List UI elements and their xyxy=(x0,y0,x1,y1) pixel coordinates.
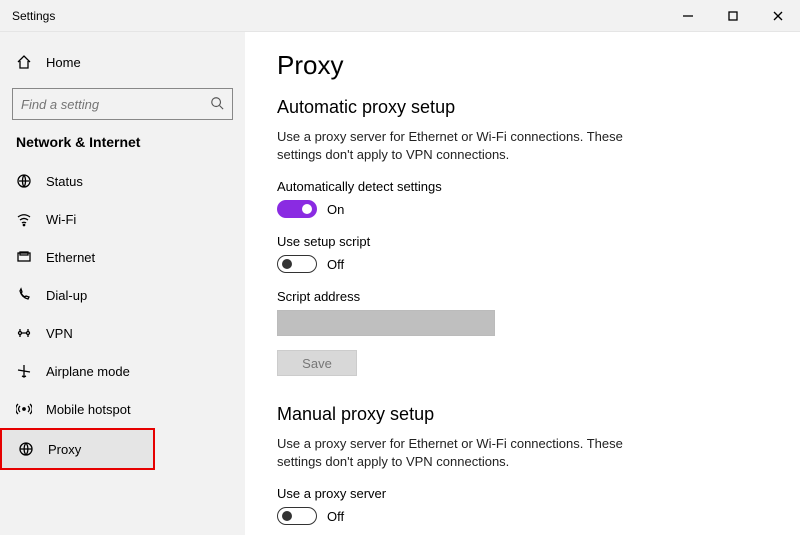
search-field[interactable] xyxy=(12,88,233,120)
detect-toggle[interactable] xyxy=(277,200,317,218)
sidebar-item-vpn[interactable]: VPN xyxy=(0,314,245,352)
sidebar-item-status[interactable]: Status xyxy=(0,162,245,200)
sidebar-item-label: Proxy xyxy=(48,442,81,457)
sidebar-item-wifi[interactable]: Wi-Fi xyxy=(0,200,245,238)
minimize-button[interactable] xyxy=(665,0,710,32)
wifi-icon xyxy=(16,211,32,227)
sidebar-item-label: VPN xyxy=(46,326,73,341)
use-proxy-toggle[interactable] xyxy=(277,507,317,525)
home-label: Home xyxy=(46,55,81,70)
sidebar-item-proxy[interactable]: Proxy xyxy=(2,430,153,468)
vpn-icon xyxy=(16,325,32,341)
sidebar-item-ethernet[interactable]: Ethernet xyxy=(0,238,245,276)
home-button[interactable]: Home xyxy=(0,46,245,78)
dialup-icon xyxy=(16,287,32,303)
script-address-input[interactable] xyxy=(277,310,495,336)
search-icon xyxy=(210,96,224,113)
save-button[interactable]: Save xyxy=(277,350,357,376)
nav-list: Status Wi-Fi Ethernet xyxy=(0,162,245,470)
window-title: Settings xyxy=(12,9,55,23)
content-area: Proxy Automatic proxy setup Use a proxy … xyxy=(245,32,800,535)
script-toggle[interactable] xyxy=(277,255,317,273)
sidebar-item-airplane[interactable]: Airplane mode xyxy=(0,352,245,390)
maximize-button[interactable] xyxy=(710,0,755,32)
script-address-label: Script address xyxy=(277,289,768,304)
ethernet-icon xyxy=(16,249,32,265)
auto-desc: Use a proxy server for Ethernet or Wi-Fi… xyxy=(277,128,647,163)
page-title: Proxy xyxy=(277,50,768,81)
window-controls xyxy=(665,0,800,32)
home-icon xyxy=(16,54,32,70)
sidebar-item-hotspot[interactable]: Mobile hotspot xyxy=(0,390,245,428)
status-icon xyxy=(16,173,32,189)
titlebar: Settings xyxy=(0,0,800,32)
sidebar-item-label: Wi-Fi xyxy=(46,212,76,227)
close-button[interactable] xyxy=(755,0,800,32)
section-title: Network & Internet xyxy=(0,134,245,162)
use-proxy-state: Off xyxy=(327,509,344,524)
script-label: Use setup script xyxy=(277,234,768,249)
sidebar-item-label: Dial-up xyxy=(46,288,87,303)
script-state: Off xyxy=(327,257,344,272)
detect-state: On xyxy=(327,202,344,217)
sidebar-item-dialup[interactable]: Dial-up xyxy=(0,276,245,314)
manual-desc: Use a proxy server for Ethernet or Wi-Fi… xyxy=(277,435,647,470)
use-proxy-label: Use a proxy server xyxy=(277,486,768,501)
search-input[interactable] xyxy=(21,97,210,112)
proxy-highlight: Proxy xyxy=(0,428,155,470)
airplane-icon xyxy=(16,363,32,379)
hotspot-icon xyxy=(16,401,32,417)
sidebar-item-label: Ethernet xyxy=(46,250,95,265)
sidebar-item-label: Status xyxy=(46,174,83,189)
sidebar: Home Network & Internet Status xyxy=(0,32,245,535)
sidebar-item-label: Airplane mode xyxy=(46,364,130,379)
manual-heading: Manual proxy setup xyxy=(277,404,768,425)
auto-heading: Automatic proxy setup xyxy=(277,97,768,118)
sidebar-item-label: Mobile hotspot xyxy=(46,402,131,417)
proxy-icon xyxy=(18,441,34,457)
detect-label: Automatically detect settings xyxy=(277,179,768,194)
